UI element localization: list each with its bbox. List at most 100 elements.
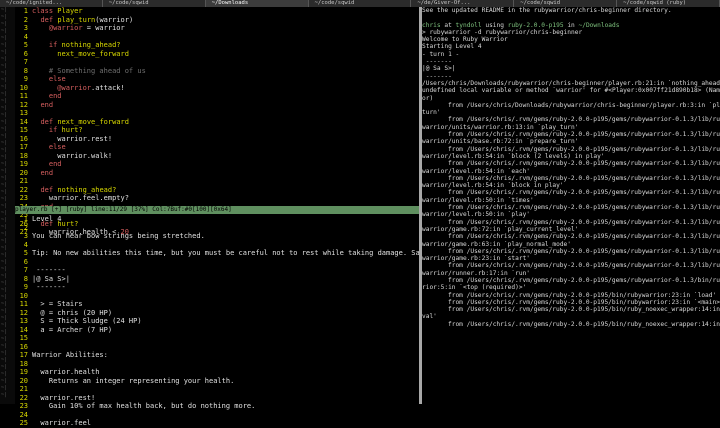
line-text: > = Stairs bbox=[32, 300, 83, 308]
gutter-marker: ~| bbox=[1, 322, 8, 328]
gutter-marker: ~| bbox=[1, 203, 8, 209]
readme-line: 2 bbox=[15, 224, 419, 233]
line-number: 6 bbox=[23, 257, 28, 266]
terminal-line: from /Users/chris/.rvm/gems/ruby-2.0.0-p… bbox=[448, 145, 720, 153]
terminal-line: from /Users/chris/.rvm/gems/ruby-2.0.0-p… bbox=[448, 262, 720, 270]
readme-line: 25 warrior.feel bbox=[15, 419, 419, 428]
tab[interactable]: ~/code/ignited... bbox=[0, 0, 103, 7]
terminal-line: turn' bbox=[422, 109, 441, 117]
terminal-line: from /Users/chris/.rvm/gems/ruby-2.0.0-p… bbox=[448, 320, 720, 328]
terminal-pane[interactable]: See the updated README in the rubywarrio… bbox=[422, 7, 720, 404]
line-text: ------- bbox=[32, 266, 66, 274]
line-number: 9 bbox=[23, 283, 28, 291]
gutter-marker: ~| bbox=[1, 231, 8, 237]
readme-line: 8 |@ Sa S>| bbox=[15, 275, 419, 284]
code-line: 23 warrior.feel.empty? bbox=[15, 194, 419, 203]
terminal-line: or) bbox=[422, 94, 434, 102]
tab[interactable]: ~/Downloads bbox=[205, 0, 309, 7]
terminal-line: warrior/runner.rb:17:in `run' bbox=[422, 269, 531, 277]
line-number: 8 bbox=[23, 66, 28, 75]
terminal-line: warrior/game.rb:72:in `play_current_leve… bbox=[422, 225, 579, 233]
gutter-marker: ~| bbox=[1, 49, 8, 55]
code-line: 2 def play_turn(warrior) bbox=[15, 16, 419, 25]
gutter-marker: ~| bbox=[1, 196, 8, 202]
line-number: 13 bbox=[19, 109, 28, 117]
code-line: 16 warrior.rest! bbox=[15, 135, 419, 144]
line-number: 20 bbox=[19, 376, 28, 385]
line-number: 15 bbox=[19, 334, 28, 342]
gutter-marker: ~| bbox=[1, 287, 8, 293]
tab-bar: ~/code/ignited... ~/code/sqwid ~/Downloads… bbox=[0, 0, 720, 7]
line-text: Gain 10% of max health back, but do noth… bbox=[32, 402, 256, 410]
code-line: 8 # Something ahead of us bbox=[15, 67, 419, 76]
gutter-marker: ~| bbox=[1, 21, 8, 27]
line-text: You can hear bow strings being stretched… bbox=[32, 232, 205, 240]
line-number: 21 bbox=[19, 177, 28, 185]
terminal-line: from /Users/chris/.rvm/gems/ruby-2.0.0-p… bbox=[448, 174, 720, 182]
code-line: 21 bbox=[15, 177, 419, 186]
line-number: 13 bbox=[19, 317, 28, 325]
gutter-marker: ~| bbox=[1, 126, 8, 132]
code-line: 7 bbox=[15, 58, 419, 67]
gutter-marker: ~| bbox=[1, 84, 8, 90]
readme-line: 17 Warrior Abilities: bbox=[15, 351, 419, 360]
gutter-marker: ~| bbox=[1, 371, 8, 377]
line-number: 18 bbox=[19, 359, 28, 368]
gutter-marker: ~| bbox=[1, 301, 8, 307]
gutter-marker: ~| bbox=[1, 147, 8, 153]
line-text: Returns an integer representing your hea… bbox=[32, 376, 235, 385]
readme-line: 11 > = Stairs bbox=[15, 300, 419, 309]
gutter-marker: ~| bbox=[1, 266, 8, 272]
line-text: @ = chris (20 HP) bbox=[32, 308, 113, 317]
line-text: end bbox=[48, 160, 62, 168]
readme-line: 12 @ = chris (20 HP) bbox=[15, 309, 419, 318]
line-text: warrior.feel bbox=[32, 419, 92, 427]
code-line: 1 class Player bbox=[15, 7, 419, 16]
line-number: 11 bbox=[19, 300, 28, 308]
line-text: warrior.health bbox=[32, 368, 100, 376]
gutter-marker: ~| bbox=[1, 364, 8, 370]
terminal-line: from /Users/chris/.rvm/gems/ruby-2.0.0-p… bbox=[448, 247, 720, 255]
readme-pane[interactable]: 1 Level 4 2 3 You can hear bow strings being… bbox=[15, 215, 419, 428]
gutter-marker: ~| bbox=[1, 315, 8, 321]
tab[interactable]: ~/code/sqwid bbox=[514, 0, 618, 7]
readme-line: 14 a = Archer (7 HP) bbox=[15, 326, 419, 335]
gutter-marker: ~| bbox=[1, 308, 8, 314]
tab[interactable]: ~/code/sqwid (ruby) bbox=[617, 0, 720, 7]
terminal-line: from /Users/chris/.rvm/gems/ruby-2.0.0-p… bbox=[448, 298, 720, 306]
gutter-marker: ~| bbox=[1, 175, 8, 181]
terminal-line: from /Users/chris/.rvm/gems/ruby-2.0.0-p… bbox=[448, 189, 720, 197]
gutter-marker: ~| bbox=[1, 168, 8, 174]
gutter-marker: ~| bbox=[1, 140, 8, 146]
vim-editor[interactable]: 1 class Player 2 def play_turn(warrior) 3 @… bbox=[15, 7, 419, 427]
terminal-line: from /Users/chris/Downloads/rubywarrior/… bbox=[448, 101, 720, 109]
line-text: |@ Sa S>| bbox=[32, 274, 70, 283]
gutter-marker: ~| bbox=[1, 224, 8, 230]
line-text: warrior.rest! bbox=[32, 393, 96, 402]
line-text: else bbox=[48, 75, 66, 83]
tab[interactable]: ~/de/Giver-Of... bbox=[411, 0, 515, 7]
gutter-marker: ~| bbox=[1, 77, 8, 83]
line-text: @warrior = warrior bbox=[48, 24, 125, 32]
gutter-marker: ~| bbox=[1, 63, 8, 69]
tab[interactable]: ~/code/sqwid bbox=[103, 0, 206, 7]
readme-line: 3 You can hear bow strings being stretche… bbox=[15, 232, 419, 241]
gutter-marker: ~| bbox=[1, 392, 8, 398]
code-pane[interactable]: 1 class Player 2 def play_turn(warrior) 3 @… bbox=[15, 7, 419, 237]
line-number: 19 bbox=[19, 368, 28, 376]
readme-line: 5 Tip: No new abilities this time, but yo… bbox=[15, 249, 419, 258]
terminal-line: from /Users/chris/.rvm/gems/ruby-2.0.0-p… bbox=[448, 306, 720, 314]
readme-line: 4 bbox=[15, 241, 419, 250]
gutter-marker: ~| bbox=[1, 329, 8, 335]
readme-line: 23 Gain 10% of max health back, but do n… bbox=[15, 402, 419, 411]
tab[interactable]: ~/code/sqwid bbox=[309, 0, 412, 7]
readme-line: 7 ------- bbox=[15, 266, 419, 275]
line-text: end bbox=[40, 168, 54, 177]
readme-line: 15 bbox=[15, 334, 419, 343]
line-number: 14 bbox=[19, 117, 28, 126]
left-gutter-strip: ~| ~| ~| ~| ~| ~| ~| ~| ~| ~| ~| ~| ~| ~| ~| ~| ~| ~| ~| ~|… bbox=[0, 7, 15, 404]
line-number: 23 bbox=[19, 194, 28, 202]
line-text: class Player bbox=[32, 7, 83, 15]
line-number: 10 bbox=[19, 83, 28, 92]
line-number: 10 bbox=[19, 291, 28, 300]
